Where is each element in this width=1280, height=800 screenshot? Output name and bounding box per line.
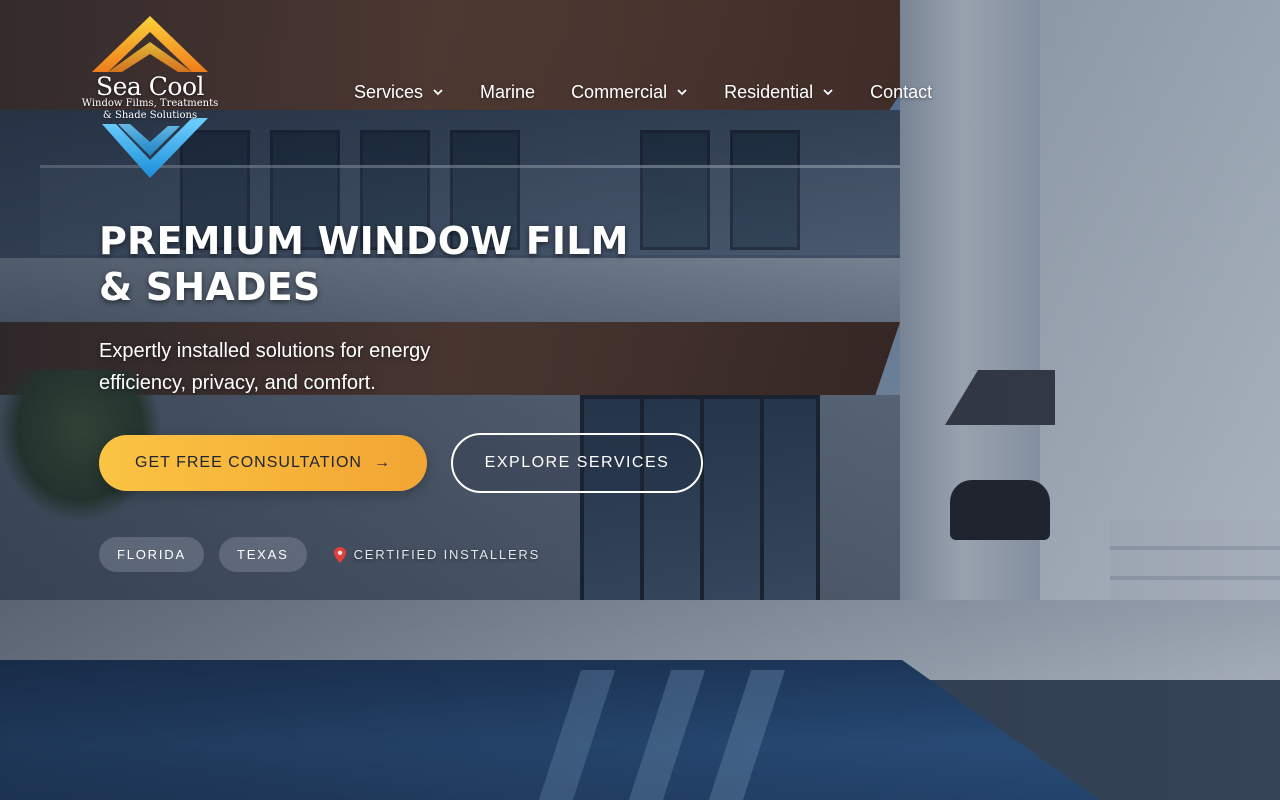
- logo-tagline-line2: & Shade Solutions: [102, 110, 198, 121]
- nav-item-contact[interactable]: Contact: [870, 82, 932, 103]
- primary-cta-label: GET FREE CONSULTATION: [135, 454, 362, 471]
- badge-florida: FLORIDA: [99, 537, 204, 572]
- certified-installers-text: CERTIFIED INSTALLERS: [353, 547, 541, 562]
- certified-installers-label: CERTIFIED INSTALLERS: [333, 546, 541, 563]
- nav-label-marine: Marine: [480, 81, 536, 102]
- logo-wordmark: Sea Cool: [96, 72, 205, 101]
- arrow-right-icon: →: [373, 454, 391, 471]
- chevron-down-icon: [823, 89, 833, 96]
- hero-headline-line2: & SHADES: [99, 265, 321, 309]
- nav-label-contact: Contact: [870, 81, 933, 102]
- main-nav: Services Marine Commercial Residential C…: [354, 78, 932, 106]
- brand-logo[interactable]: Sea Cool Window Films, Treatments & Shad…: [80, 14, 225, 182]
- hero-section: Sea Cool Window Films, Treatments & Shad…: [0, 0, 1280, 800]
- nav-item-residential[interactable]: Residential: [724, 82, 834, 103]
- nav-label-commercial: Commercial: [571, 81, 668, 102]
- hero-subtitle: Expertly installed solutions for energy …: [99, 340, 431, 394]
- nav-item-commercial[interactable]: Commercial: [571, 82, 688, 103]
- badge-texas: TEXAS: [218, 537, 307, 572]
- nav-label-residential: Residential: [724, 81, 814, 102]
- hero-headline: PREMIUM WINDOW FILM & SHADES: [99, 218, 659, 310]
- hero-headline-line1: PREMIUM WINDOW FILM: [99, 219, 629, 263]
- nav-item-marine[interactable]: Marine: [480, 82, 535, 103]
- logo-tagline-line1: Window Films, Treatments: [81, 98, 219, 109]
- secondary-cta-label: EXPLORE SERVICES: [484, 454, 670, 471]
- location-badges: FLORIDA TEXAS CERTIFIED INSTALLERS: [99, 537, 540, 572]
- nav-item-services[interactable]: Services: [354, 82, 444, 103]
- get-free-consultation-button[interactable]: GET FREE CONSULTATION →: [99, 435, 427, 491]
- explore-services-button[interactable]: EXPLORE SERVICES: [451, 433, 703, 493]
- chevron-down-icon: [433, 89, 443, 96]
- nav-label-services: Services: [354, 81, 424, 102]
- chevron-down-icon: [677, 89, 687, 96]
- map-pin-icon: [333, 546, 346, 563]
